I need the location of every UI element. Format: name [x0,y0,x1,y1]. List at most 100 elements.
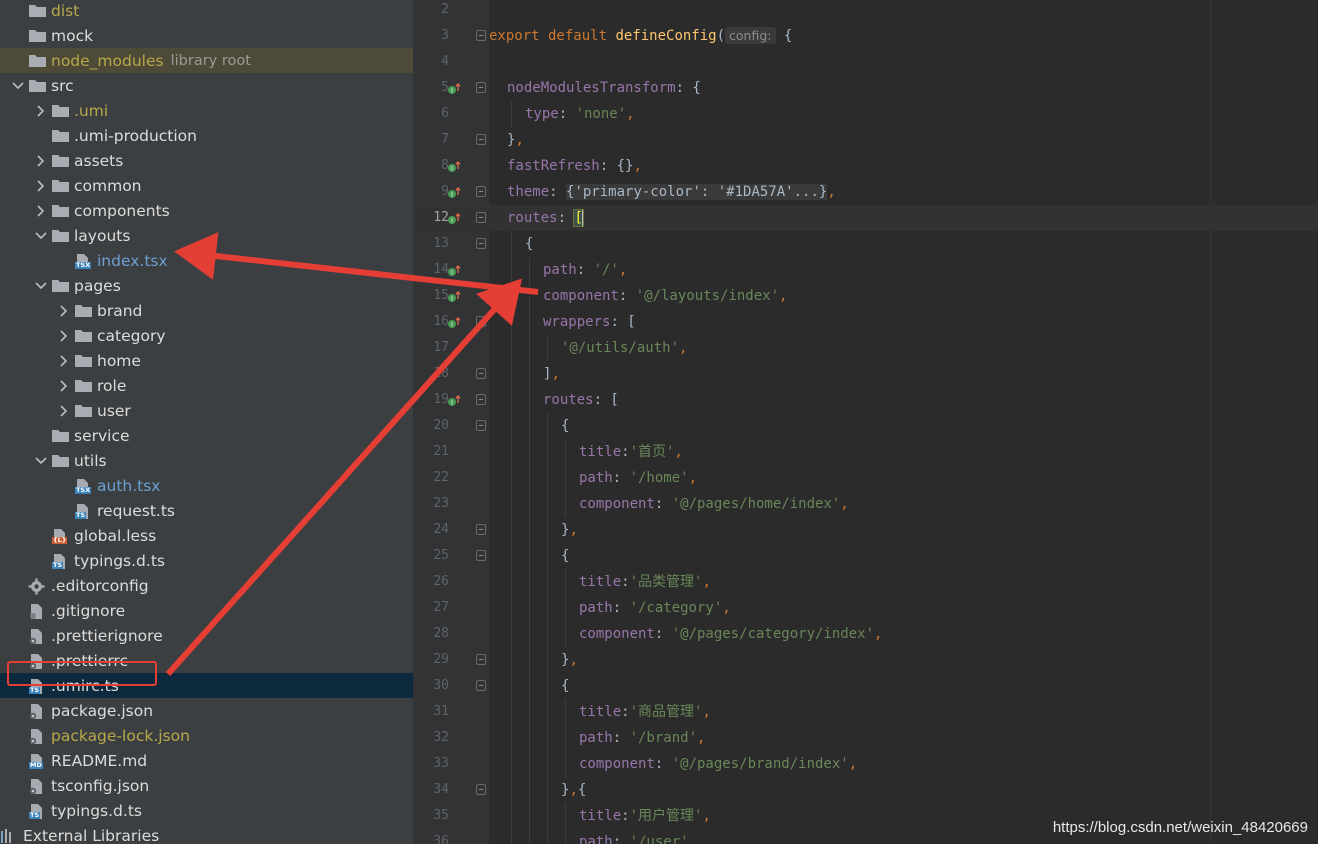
tree-item[interactable]: TSX auth.tsx [0,473,413,498]
chevron-right-icon[interactable] [35,179,47,193]
code-editor[interactable]: 2 3 export default defineConfig(config: {4… [413,0,1318,844]
code-line[interactable]: 25 { [413,543,1318,569]
tree-item[interactable]: package-lock.json [0,723,413,748]
code-line[interactable]: 16 Iwrappers: [ [413,309,1318,335]
chevron-down-icon[interactable] [12,79,24,93]
code-line[interactable]: 27 path: '/category', [413,595,1318,621]
tree-item[interactable]: components [0,198,413,223]
tree-item[interactable]: node_modules library root [0,48,413,73]
tree-item[interactable]: tsconfig.json [0,773,413,798]
tree-item[interactable]: MD README.md [0,748,413,773]
tree-item[interactable]: TS typings.d.ts [0,548,413,573]
code-line[interactable]: 13 { [413,231,1318,257]
tree-item[interactable]: brand [0,298,413,323]
fold-marker-icon[interactable] [476,30,486,41]
chevron-right-icon[interactable] [58,379,70,393]
code-line[interactable]: 3 export default defineConfig(config: { [413,23,1318,49]
code-line[interactable]: 14 Ipath: '/', [413,257,1318,283]
tree-item[interactable]: .umi-production [0,123,413,148]
fold-marker-icon[interactable] [476,784,486,795]
code-line[interactable]: 5 InodeModulesTransform: { [413,75,1318,101]
code-line[interactable]: 6 type: 'none', [413,101,1318,127]
code-line[interactable]: 2 [413,0,1318,23]
fold-marker-icon[interactable] [476,680,486,691]
tree-item[interactable]: .prettierignore [0,623,413,648]
implements-override-icon[interactable]: I [447,211,461,225]
tree-item[interactable]: dist [0,0,413,23]
code-line[interactable]: 8 IfastRefresh: {}, [413,153,1318,179]
code-line[interactable]: 33 component: '@/pages/brand/index', [413,751,1318,777]
implements-override-icon[interactable]: I [447,315,461,329]
implements-override-icon[interactable]: I [447,393,461,407]
code-line[interactable]: 28 component: '@/pages/category/index', [413,621,1318,647]
fold-marker-icon[interactable] [476,524,486,535]
fold-marker-icon[interactable] [476,212,486,223]
fold-marker-icon[interactable] [476,238,486,249]
tree-item[interactable]: .gitignore [0,598,413,623]
code-line[interactable]: 9 Itheme: {'primary-color': '#1DA57A'...}… [413,179,1318,205]
fold-marker-icon[interactable] [476,316,486,327]
tree-item[interactable]: assets [0,148,413,173]
fold-marker-icon[interactable] [476,82,486,93]
chevron-right-icon[interactable] [58,404,70,418]
code-line[interactable]: 18], [413,361,1318,387]
implements-override-icon[interactable]: I [447,289,461,303]
chevron-down-icon[interactable] [35,454,47,468]
implements-override-icon[interactable]: I [447,81,461,95]
code-line[interactable]: 23 component: '@/pages/home/index', [413,491,1318,517]
code-line[interactable]: 15 Icomponent: '@/layouts/index', [413,283,1318,309]
chevron-right-icon[interactable] [58,329,70,343]
tree-item[interactable]: service [0,423,413,448]
code-line[interactable]: 29}, [413,647,1318,673]
code-line[interactable]: 26 title:'品类管理', [413,569,1318,595]
tree-item[interactable]: home [0,348,413,373]
chevron-right-icon[interactable] [35,154,47,168]
code-line[interactable]: 12 Iroutes: [ [413,205,1318,231]
code-line[interactable]: 24}, [413,517,1318,543]
chevron-down-icon[interactable] [35,229,47,243]
tree-item[interactable]: common [0,173,413,198]
code-line[interactable]: 32 path: '/brand', [413,725,1318,751]
tree-item[interactable]: layouts [0,223,413,248]
fold-marker-icon[interactable] [476,654,486,665]
code-line[interactable]: 31 title:'商品管理', [413,699,1318,725]
code-line[interactable]: 22 path: '/home', [413,465,1318,491]
tree-item[interactable]: src [0,73,413,98]
chevron-right-icon[interactable] [58,304,70,318]
fold-marker-icon[interactable] [476,134,486,145]
fold-marker-icon[interactable] [476,420,486,431]
fold-marker-icon[interactable] [476,394,486,405]
chevron-right-icon[interactable] [35,204,47,218]
chevron-right-icon[interactable] [35,104,47,118]
tree-item[interactable]: TS typings.d.ts [0,798,413,823]
tree-item[interactable]: package.json [0,698,413,723]
tree-item[interactable]: mock [0,23,413,48]
code-line[interactable]: 19 Iroutes: [ [413,387,1318,413]
implements-override-icon[interactable]: I [447,159,461,173]
code-line[interactable]: 20 { [413,413,1318,439]
code-line[interactable]: 21 title:'首页', [413,439,1318,465]
tree-item[interactable]: External Libraries [0,823,413,844]
tree-item[interactable]: .umi [0,98,413,123]
tree-item[interactable]: role [0,373,413,398]
code-line[interactable]: 30 { [413,673,1318,699]
tree-item[interactable]: TS request.ts [0,498,413,523]
implements-override-icon[interactable]: I [447,185,461,199]
tree-item[interactable]: utils [0,448,413,473]
chevron-right-icon[interactable] [58,354,70,368]
fold-marker-icon[interactable] [476,368,486,379]
tree-item[interactable]: .editorconfig [0,573,413,598]
tree-item[interactable]: {L} global.less [0,523,413,548]
folded-region[interactable]: {'primary-color': '#1DA57A'...} [566,184,828,200]
tree-item[interactable]: pages [0,273,413,298]
code-line[interactable]: 34},{ [413,777,1318,803]
code-line[interactable]: 4 [413,49,1318,75]
tree-item[interactable]: category [0,323,413,348]
fold-marker-icon[interactable] [476,186,486,197]
chevron-down-icon[interactable] [35,279,47,293]
tree-item[interactable]: user [0,398,413,423]
fold-marker-icon[interactable] [476,550,486,561]
code-line[interactable]: 17 '@/utils/auth', [413,335,1318,361]
implements-override-icon[interactable]: I [447,263,461,277]
tree-item[interactable]: TSX index.tsx [0,248,413,273]
